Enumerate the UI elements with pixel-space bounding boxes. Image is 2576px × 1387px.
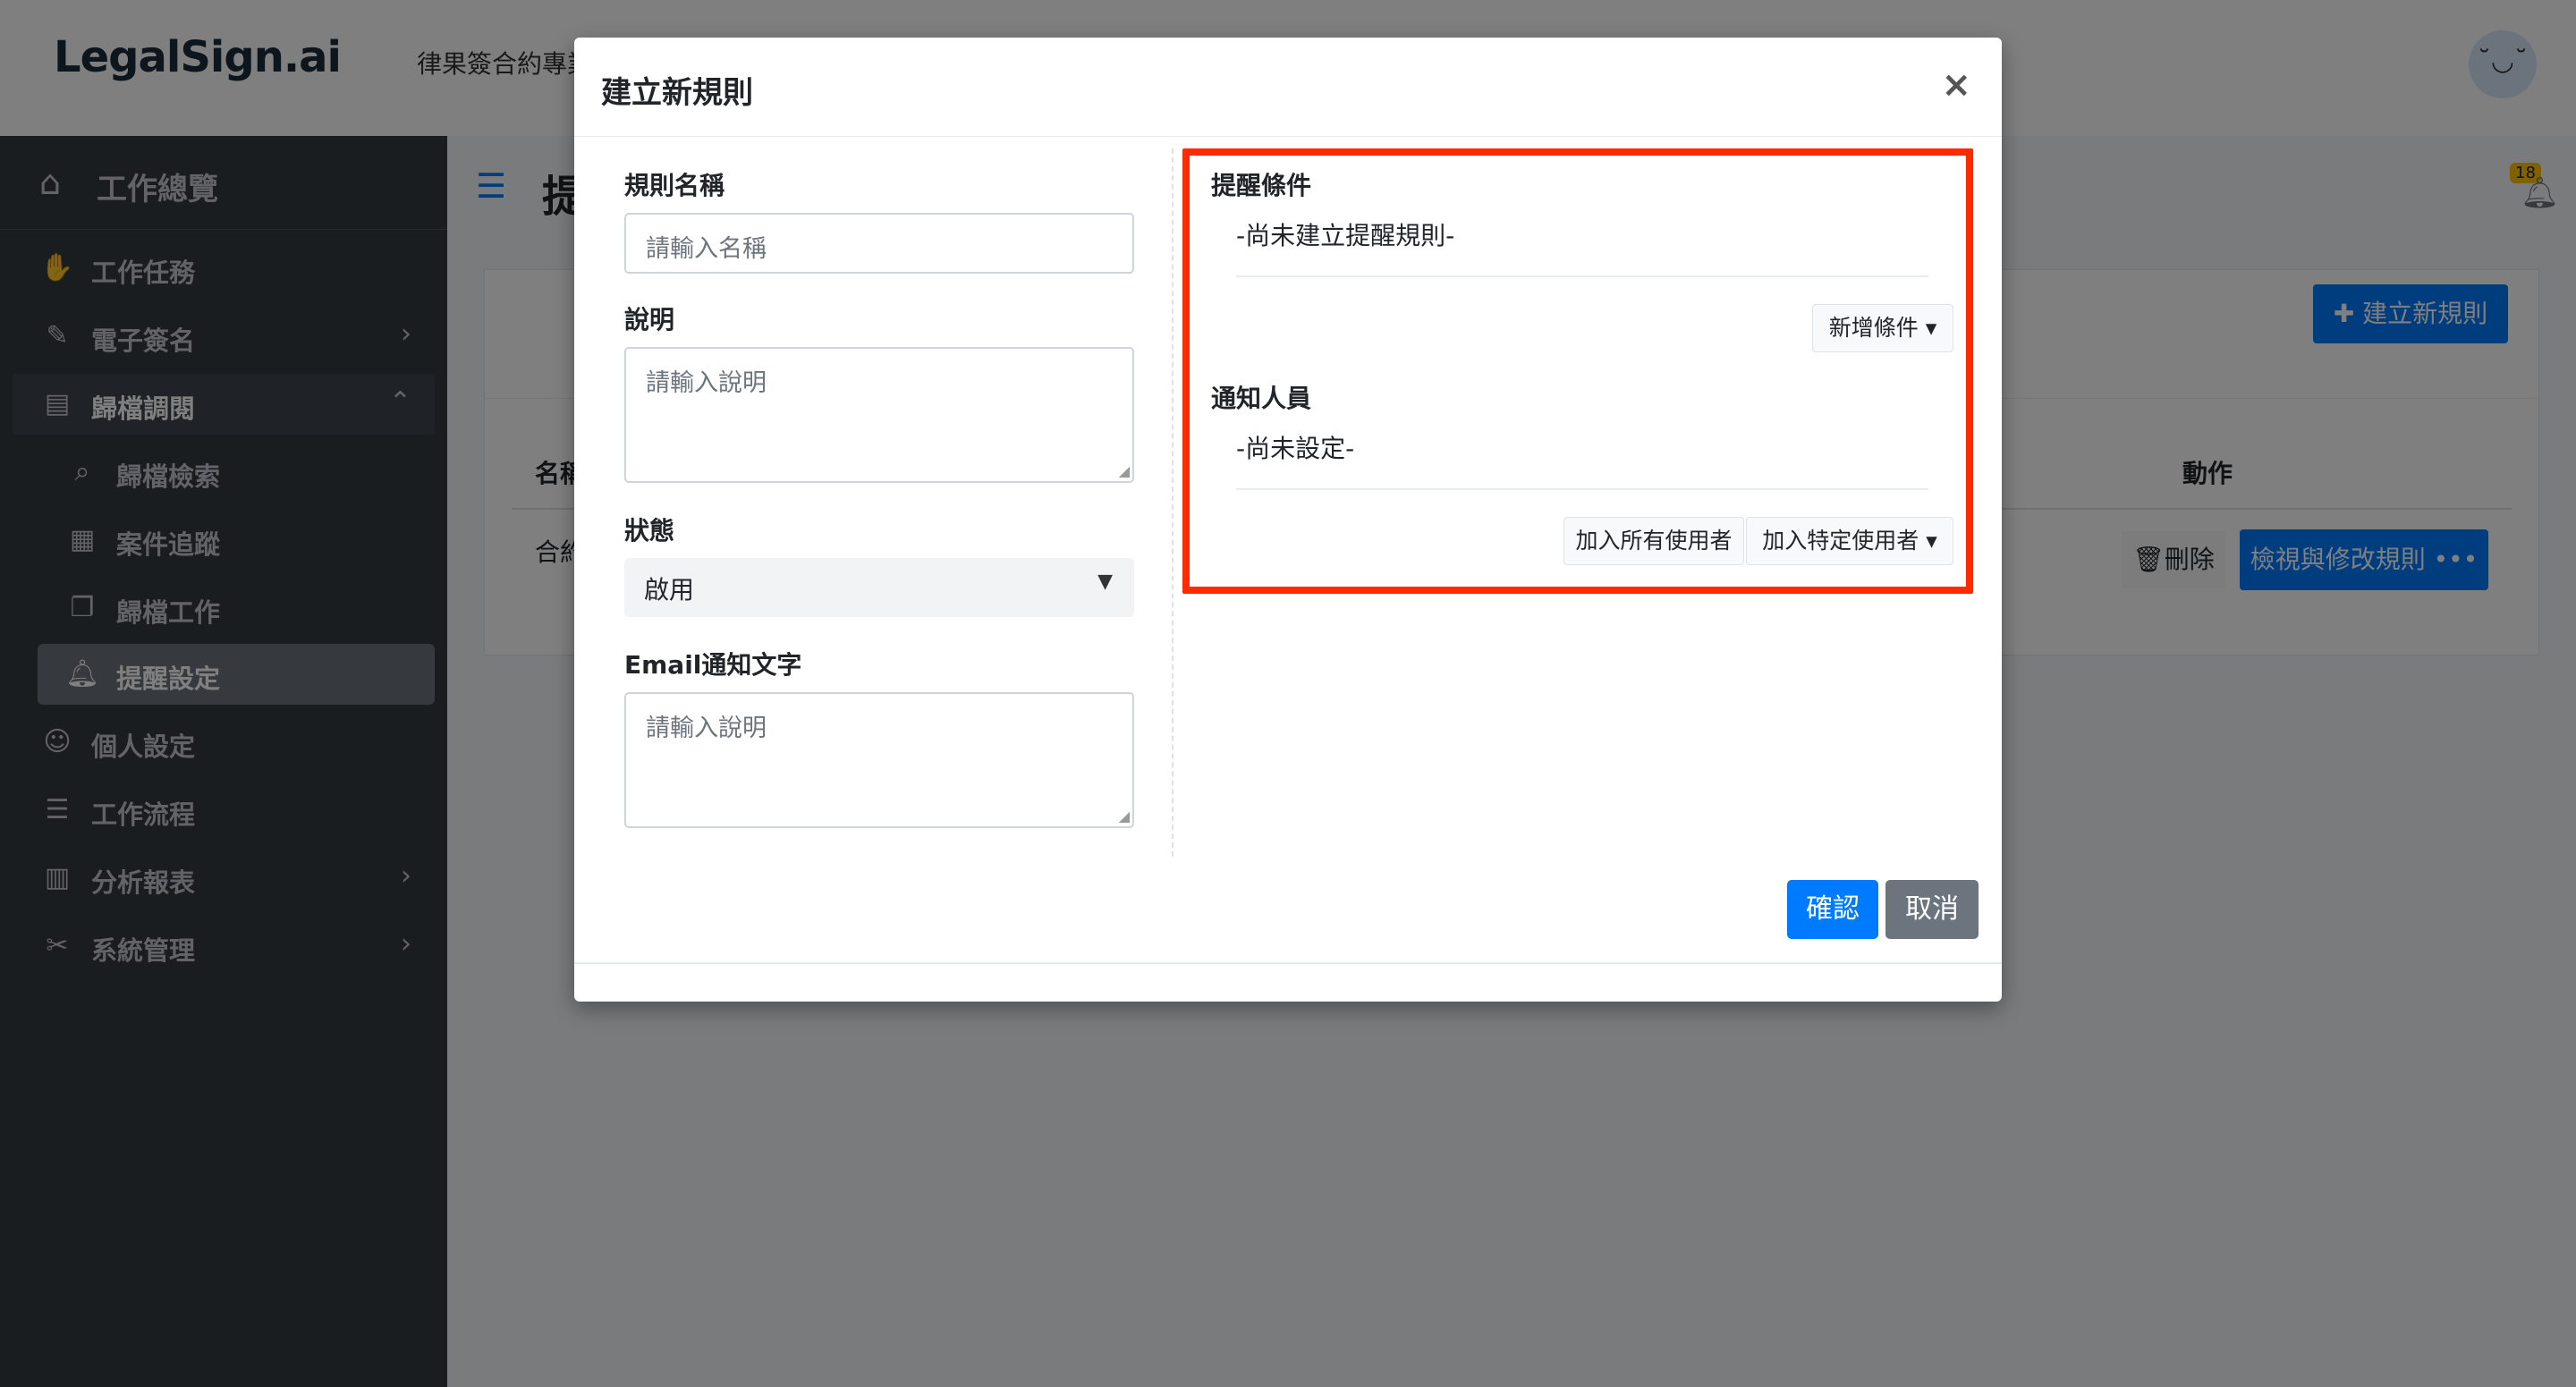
resize-handle-icon[interactable]: ◢	[1119, 808, 1130, 825]
highlight-annotation-box	[1182, 148, 1973, 594]
resize-handle-icon[interactable]: ◢	[1119, 462, 1130, 479]
description-label: 說明	[624, 305, 675, 334]
email-text-placeholder: 請輸入說明	[646, 715, 767, 742]
rule-name-input[interactable]: 請輸入名稱	[624, 213, 1134, 274]
cancel-button[interactable]: 取消	[1885, 880, 1979, 939]
email-text-textarea[interactable]: 請輸入說明 ◢	[624, 692, 1134, 828]
status-select[interactable]: 啟用 ▼	[624, 558, 1134, 617]
description-placeholder: 請輸入說明	[646, 369, 767, 397]
modal-title: 建立新規則	[601, 75, 753, 111]
status-label: 狀態	[624, 516, 675, 545]
rule-name-label: 規則名稱	[624, 171, 725, 200]
caret-down-icon: ▼	[1097, 571, 1113, 593]
modal-header: 建立新規則 ×	[574, 38, 2002, 137]
confirm-button[interactable]: 確認	[1787, 880, 1878, 939]
email-text-label: Email通知文字	[624, 650, 802, 680]
rule-name-placeholder: 請輸入名稱	[646, 235, 767, 263]
close-icon[interactable]: ×	[1941, 64, 1971, 106]
column-divider	[1172, 148, 1174, 857]
status-selected-value: 啟用	[644, 575, 695, 605]
description-textarea[interactable]: 請輸入說明 ◢	[624, 347, 1134, 483]
modal-footer-divider	[574, 962, 2002, 964]
